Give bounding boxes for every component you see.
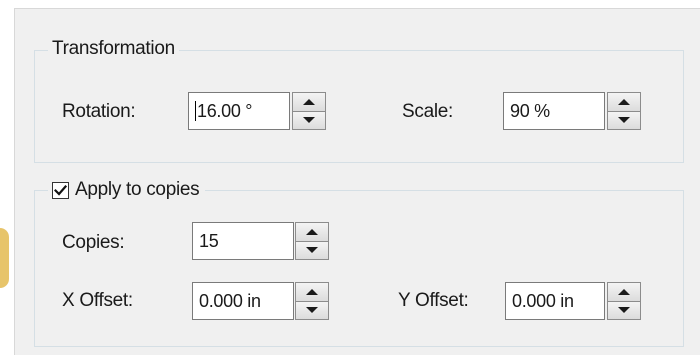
copies-spin-up-button[interactable] xyxy=(295,222,329,242)
x-offset-label: X Offset: xyxy=(62,290,133,311)
y-offset-label: Y Offset: xyxy=(398,290,469,311)
transformation-group-title: Transformation xyxy=(48,38,179,60)
triangle-up-icon xyxy=(303,98,315,105)
apply-to-copies-checkbox[interactable] xyxy=(52,181,69,199)
rotation-label: Rotation: xyxy=(62,101,136,122)
copies-value: 15 xyxy=(199,230,219,251)
x-offset-spin-down-button[interactable] xyxy=(295,301,329,320)
triangle-up-icon xyxy=(618,288,630,295)
triangle-down-icon xyxy=(306,247,318,254)
rotation-value: 16.00 ° xyxy=(197,100,253,121)
triangle-up-icon xyxy=(618,98,630,105)
text-caret xyxy=(195,101,196,121)
scale-value: 90 % xyxy=(510,100,550,121)
copies-input[interactable]: 15 xyxy=(192,222,294,260)
rotation-spinner xyxy=(292,92,326,130)
scale-input[interactable]: 90 % xyxy=(503,92,605,130)
side-accent-strip xyxy=(0,228,9,288)
checkmark-icon xyxy=(54,184,67,196)
triangle-down-icon xyxy=(306,307,318,314)
y-offset-spin-down-button[interactable] xyxy=(607,301,641,320)
x-offset-spin-up-button[interactable] xyxy=(295,282,329,302)
copies-spinner xyxy=(295,222,329,260)
scale-spinner xyxy=(607,92,641,130)
triangle-up-icon xyxy=(306,288,318,295)
apply-to-copies-label: Apply to copies xyxy=(75,179,200,200)
y-offset-value: 0.000 in xyxy=(512,290,574,311)
apply-to-copies-option[interactable]: Apply to copies xyxy=(48,179,206,201)
triangle-down-icon xyxy=(618,307,630,314)
x-offset-spinner xyxy=(295,282,329,320)
scale-spin-down-button[interactable] xyxy=(607,111,641,130)
triangle-down-icon xyxy=(303,117,315,124)
x-offset-input[interactable]: 0.000 in xyxy=(192,282,294,320)
y-offset-spinner xyxy=(607,282,641,320)
rotation-spin-down-button[interactable] xyxy=(292,111,326,130)
y-offset-input[interactable]: 0.000 in xyxy=(505,282,605,320)
y-offset-spin-up-button[interactable] xyxy=(607,282,641,302)
copies-label: Copies: xyxy=(62,232,125,253)
triangle-down-icon xyxy=(618,117,630,124)
rotation-spin-up-button[interactable] xyxy=(292,92,326,112)
copies-groupbox xyxy=(34,190,684,347)
scale-label: Scale: xyxy=(402,101,454,122)
copies-spin-down-button[interactable] xyxy=(295,241,329,260)
x-offset-value: 0.000 in xyxy=(199,290,261,311)
rotation-input[interactable]: 16.00 ° xyxy=(188,92,290,130)
scale-spin-up-button[interactable] xyxy=(607,92,641,112)
triangle-up-icon xyxy=(306,228,318,235)
